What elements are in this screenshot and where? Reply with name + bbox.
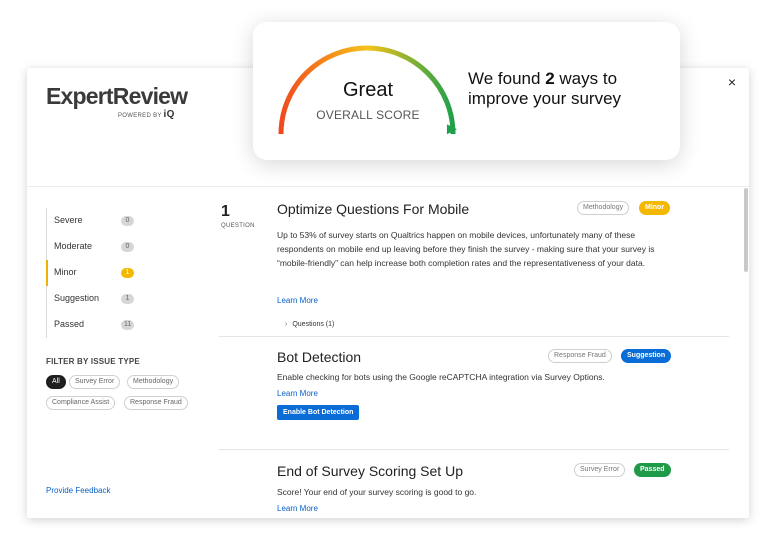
learn-more-link[interactable]: Learn More: [277, 296, 318, 305]
scrollbar-thumb[interactable]: [744, 188, 748, 272]
severity-label: Passed: [54, 319, 85, 329]
brand-name: ExpertReview: [46, 83, 188, 109]
enable-bot-detection-button[interactable]: Enable Bot Detection: [277, 405, 360, 420]
issue-card-mobile: 1 QUESTION Optimize Questions For Mobile…: [219, 201, 729, 336]
issue-title: End of Survey Scoring Set Up: [277, 463, 463, 479]
improvement-count: 2: [545, 69, 555, 88]
issue-type-tag: Methodology: [577, 201, 630, 215]
powered-by: POWERED BY iQ: [118, 109, 175, 120]
severity-filter-moderate[interactable]: Moderate 0: [47, 234, 156, 260]
chevron-right-icon: ›: [285, 321, 288, 328]
sidebar: Severe 0 Moderate 0 Minor 1 Suggestion 1…: [27, 188, 219, 518]
filter-chip-compliance-assist[interactable]: Compliance Assist: [46, 396, 116, 410]
issue-description: Score! Your end of your survey scoring i…: [277, 487, 477, 497]
filter-by-issue-type-heading: FILTER BY ISSUE TYPE: [46, 357, 140, 366]
issue-type-tag: Survey Error: [574, 463, 626, 477]
issue-type-tag: Response Fraud: [548, 349, 612, 363]
issue-description: Enable checking for bots using the Googl…: [277, 372, 605, 382]
issues-list: 1 QUESTION Optimize Questions For Mobile…: [219, 188, 749, 518]
severity-filter-minor[interactable]: Minor 1: [46, 260, 156, 286]
filter-chip-response-fraud[interactable]: Response Fraud: [124, 396, 188, 410]
issue-title: Optimize Questions For Mobile: [277, 201, 470, 217]
divider: [219, 449, 729, 450]
question-count: 1: [221, 203, 230, 220]
issue-card-bot-detection: Bot Detection Response Fraud Suggestion …: [219, 349, 729, 449]
scrollbar[interactable]: [743, 186, 749, 518]
questions-toggle-label: Questions (1): [292, 321, 335, 328]
improvement-summary: We found 2 ways to improve your survey: [468, 69, 668, 109]
question-count-label: QUESTION: [221, 223, 255, 229]
learn-more-link[interactable]: Learn More: [277, 389, 318, 398]
issue-description: Up to 53% of survey starts on Qualtrics …: [277, 230, 655, 268]
close-button[interactable]: ×: [725, 75, 739, 89]
severity-label: Minor: [54, 267, 77, 277]
severity-count-badge: 0: [121, 216, 134, 226]
severity-filter-passed[interactable]: Passed 11: [47, 312, 156, 338]
brand-logo: ExpertReview POWERED BY iQ: [46, 83, 188, 120]
divider: [219, 336, 729, 337]
severity-count-badge: 11: [121, 320, 135, 330]
severity-count-badge: 1: [121, 294, 134, 304]
severity-filter-severe[interactable]: Severe 0: [47, 208, 156, 234]
filter-chip-survey-error[interactable]: Survey Error: [69, 375, 121, 389]
score-label: OVERALL SCORE: [316, 108, 420, 122]
severity-filter-list: Severe 0 Moderate 0 Minor 1 Suggestion 1…: [46, 208, 156, 338]
summary-prefix: We found: [468, 69, 541, 88]
severity-filter-suggestion[interactable]: Suggestion 1: [47, 286, 156, 312]
severity-label: Suggestion: [54, 293, 100, 303]
severity-tag: Passed: [634, 463, 671, 477]
score-rating: Great: [342, 79, 394, 101]
learn-more-link[interactable]: Learn More: [277, 504, 318, 513]
severity-count-badge: 0: [121, 242, 134, 252]
powered-by-label: POWERED BY: [118, 113, 162, 119]
overall-score-card: Great OVERALL SCORE We found 2 ways to i…: [253, 22, 680, 160]
filter-chip-all[interactable]: All: [46, 375, 66, 389]
severity-tag: Suggestion: [621, 349, 672, 363]
issue-card-scoring: End of Survey Scoring Set Up Survey Erro…: [219, 463, 729, 518]
iq-logo: iQ: [163, 109, 175, 120]
questions-toggle[interactable]: › Questions (1): [285, 321, 334, 328]
severity-label: Severe: [54, 215, 83, 225]
severity-label: Moderate: [54, 241, 93, 251]
filter-chip-methodology[interactable]: Methodology: [127, 375, 180, 389]
provide-feedback-link[interactable]: Provide Feedback: [46, 486, 110, 495]
issue-title: Bot Detection: [277, 349, 362, 365]
severity-count-badge: 1: [121, 268, 134, 278]
severity-tag: Minor: [639, 201, 671, 215]
